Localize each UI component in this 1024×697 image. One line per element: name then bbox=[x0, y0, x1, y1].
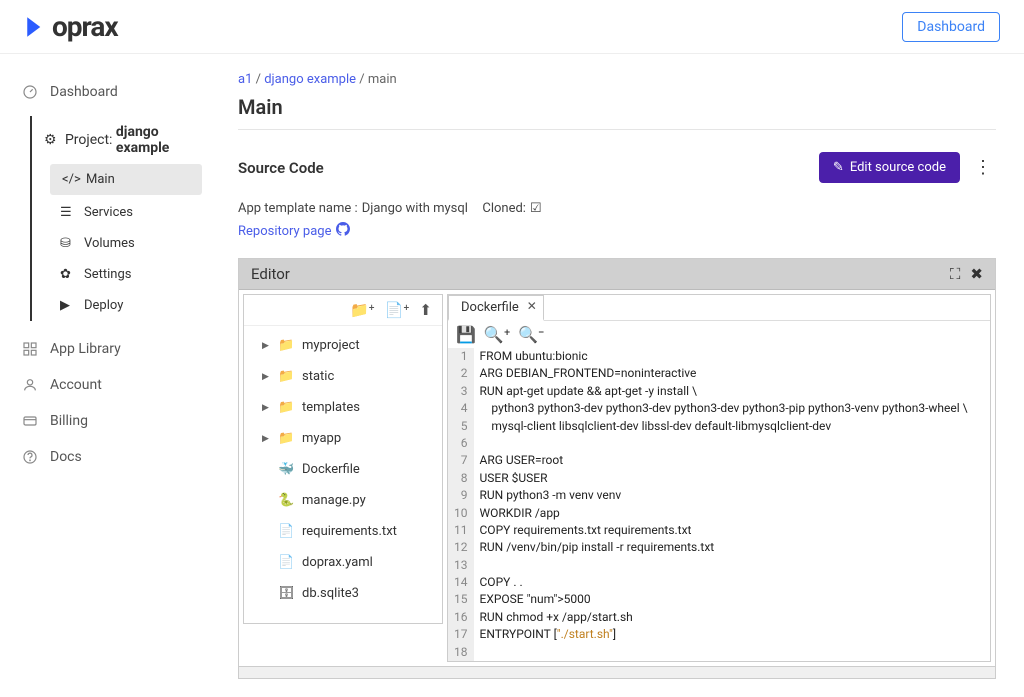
edit-icon: ✎ bbox=[833, 160, 844, 175]
play-icon: ▶ bbox=[60, 298, 74, 313]
editor-title: Editor bbox=[251, 265, 290, 283]
folder-icon: 📁 bbox=[278, 369, 294, 384]
zoom-in-icon[interactable]: 🔍⁺ bbox=[484, 325, 510, 344]
new-file-icon[interactable]: 📄⁺ bbox=[385, 301, 410, 319]
upload-icon[interactable]: ⬆ bbox=[419, 301, 432, 319]
user-icon bbox=[22, 377, 38, 393]
project-name: django example bbox=[116, 124, 208, 156]
zoom-out-icon[interactable]: 🔍⁻ bbox=[518, 325, 544, 344]
sidebar-item-dashboard[interactable]: Dashboard bbox=[0, 74, 210, 110]
card-icon bbox=[22, 413, 38, 429]
sidebar-sub-volumes[interactable]: ⛁ Volumes bbox=[42, 228, 210, 259]
folder-icon: 📁 bbox=[278, 400, 294, 415]
save-icon[interactable]: 💾 bbox=[456, 325, 476, 344]
crumb-b[interactable]: django example bbox=[264, 72, 356, 87]
editor-tab-dockerfile[interactable]: Dockerfile ✕ bbox=[448, 295, 544, 321]
sidebar-item-project[interactable]: ⚙ Project: django example bbox=[42, 116, 210, 162]
file-tree-item[interactable]: 🐍manage.py bbox=[244, 485, 442, 516]
editor-panel: Editor ⛶ ✖ 📁⁺ 📄⁺ ⬆ ▶📁myproject▶📁static▶📁… bbox=[238, 258, 996, 679]
sidebar-item-billing[interactable]: Billing bbox=[0, 403, 210, 439]
sidebar-sub-settings[interactable]: ✿ Settings bbox=[42, 259, 210, 290]
more-menu-button[interactable]: ⋮ bbox=[970, 157, 996, 178]
gauge-icon bbox=[22, 84, 38, 100]
edit-source-button[interactable]: ✎ Edit source code bbox=[819, 152, 960, 183]
file-tree-item[interactable]: 🐳Dockerfile bbox=[244, 454, 442, 485]
close-tab-icon[interactable]: ✕ bbox=[527, 299, 537, 313]
file-tree-item[interactable]: 📄doprax.yaml bbox=[244, 547, 442, 578]
db-icon: 🗄 bbox=[278, 586, 294, 601]
sidebar-item-docs[interactable]: Docs bbox=[0, 439, 210, 475]
file-tree-item[interactable]: 🗄db.sqlite3 bbox=[244, 578, 442, 609]
sidebar-sub-deploy[interactable]: ▶ Deploy bbox=[42, 290, 210, 321]
stack-icon: ☰ bbox=[60, 205, 74, 220]
breadcrumb: a1 / django example / main bbox=[238, 72, 996, 87]
section-title: Source Code bbox=[238, 159, 324, 177]
check-icon: ☑ bbox=[530, 201, 542, 216]
github-icon bbox=[336, 222, 350, 240]
project-icon: ⚙ bbox=[44, 132, 57, 148]
gear-icon: ✿ bbox=[60, 267, 74, 282]
file-tree-item[interactable]: 📄requirements.txt bbox=[244, 516, 442, 547]
sidebar-item-applib[interactable]: App Library bbox=[0, 331, 210, 367]
file-tree-item[interactable]: ▶📁myapp bbox=[244, 423, 442, 454]
sidebar-item-account[interactable]: Account bbox=[0, 367, 210, 403]
docker-icon: 🐳 bbox=[278, 462, 294, 477]
sidebar: Dashboard ⚙ Project: django example </> … bbox=[0, 54, 210, 697]
crumb-a[interactable]: a1 bbox=[238, 72, 252, 87]
sidebar-sub-services[interactable]: ☰ Services bbox=[42, 197, 210, 228]
sidebar-sub-main[interactable]: </> Main bbox=[50, 164, 202, 195]
sidebar-label: Project: bbox=[65, 132, 113, 148]
new-folder-icon[interactable]: 📁⁺ bbox=[350, 301, 375, 319]
code-icon: </> bbox=[62, 172, 76, 187]
help-icon bbox=[22, 449, 38, 465]
file-tree: 📁⁺ 📄⁺ ⬆ ▶📁myproject▶📁static▶📁templates▶📁… bbox=[243, 294, 443, 624]
close-editor-icon[interactable]: ✖ bbox=[970, 265, 983, 283]
repo-link[interactable]: Repository page bbox=[238, 222, 350, 240]
brand-logo[interactable]: oprax bbox=[24, 10, 118, 43]
fullscreen-icon[interactable]: ⛶ bbox=[950, 265, 961, 283]
disk-icon: ⛁ bbox=[60, 236, 74, 251]
python-icon: 🐍 bbox=[278, 493, 294, 508]
folder-icon: 📁 bbox=[278, 338, 294, 353]
code-editor[interactable]: 123456789101112131415161718 FROM ubuntu:… bbox=[448, 348, 990, 661]
template-meta: App template name : Django with mysql Cl… bbox=[238, 201, 996, 216]
sidebar-label: Dashboard bbox=[50, 84, 118, 100]
file-tree-item[interactable]: ▶📁myproject bbox=[244, 330, 442, 361]
folder-icon: 📁 bbox=[278, 431, 294, 446]
file-tree-item[interactable]: ▶📁static bbox=[244, 361, 442, 392]
file-icon: 📄 bbox=[278, 524, 294, 539]
grid-icon bbox=[22, 341, 38, 357]
crumb-c: main bbox=[368, 72, 397, 87]
file-icon: 📄 bbox=[278, 555, 294, 570]
file-tree-item[interactable]: ▶📁templates bbox=[244, 392, 442, 423]
dashboard-button[interactable]: Dashboard bbox=[902, 12, 1000, 42]
page-title: Main bbox=[238, 95, 996, 119]
